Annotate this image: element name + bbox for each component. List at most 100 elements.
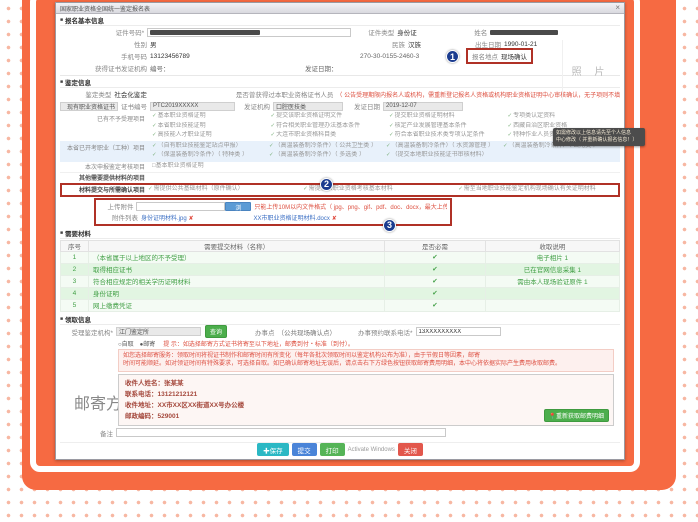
id-number-label: 证件号码* <box>60 27 147 37</box>
phone-label: 办事预约联系电话* <box>358 327 416 337</box>
check-icon: ✓ <box>389 123 394 129</box>
col-seq: 序号 <box>61 240 89 251</box>
cell-note: 需由本人现场验证原件 1 <box>485 275 619 287</box>
section-icon: ■ <box>60 79 63 85</box>
upload-highlight-box: 3 上传附件 浏览… 只能上传10M以内文件格式（ jpg、png、gif、pd… <box>94 198 452 226</box>
ethnic-label: 民族 <box>360 39 408 49</box>
dialog-titlebar: 国家职业资格全国统一鉴定报名表 × <box>56 3 624 14</box>
remark-label: 备注 <box>60 428 116 438</box>
section-header-materials: ■ 需要材料 <box>60 228 620 239</box>
name-label: 姓名 <box>453 27 490 37</box>
check-icon: ✓ <box>269 143 274 149</box>
open-projects-label: 本省已开考职业（工种）项目 <box>60 143 148 152</box>
check-icon: ✓ <box>148 186 153 192</box>
apply-label: 本次申报鉴定考核项目 <box>60 162 148 171</box>
check-icon: ✓ <box>152 113 157 119</box>
registration-form-dialog: 国家职业资格全国统一鉴定报名表 × ■ 报名基本信息 照 片 证件号码* 证件类… <box>55 2 625 460</box>
save-button[interactable]: ✚保存 <box>257 443 289 456</box>
file-item: 身份证明材料.jpg ✘ <box>141 213 194 222</box>
cell-note <box>485 287 619 299</box>
mail-fee-button[interactable]: 📍重新获取邮费明细 <box>544 409 609 422</box>
check-icon: ✓ <box>508 113 513 119</box>
reject-item: ✓专项类认定资料 <box>508 112 621 122</box>
basic-row-3: 手机号码 13123456789 270-30-0155-2460-3 1 报名… <box>60 50 558 62</box>
submit-button[interactable]: 提交 <box>292 443 317 456</box>
ethnic-value: 汉族 <box>408 39 466 49</box>
cell-name: 身份证明 <box>88 287 384 299</box>
section-title-reg: 鉴定信息 <box>65 77 91 87</box>
print-button[interactable]: 打印 <box>320 443 345 456</box>
section-icon: ■ <box>60 17 63 23</box>
cell-must-check-icon: ✔ <box>385 299 486 311</box>
upload-format-note: 只能上传10M以内文件格式（ jpg、png、gif、pdf、doc、docx，… <box>254 202 447 211</box>
check-icon: ✓ <box>152 123 157 129</box>
tooltip-line: 中心修改（ 并重新确认报名信息！） <box>556 137 642 144</box>
file-link[interactable]: 身份证明材料.jpg <box>141 216 187 222</box>
other-materials-row: 其他需要提供材料的项目 <box>60 172 620 182</box>
upload-file-input[interactable] <box>136 202 225 211</box>
check-icon: ✓ <box>152 152 157 158</box>
check-icon: ✓ <box>386 143 391 149</box>
remove-file-icon[interactable]: ✘ <box>332 216 337 222</box>
remove-file-icon[interactable]: ✘ <box>189 216 194 222</box>
files-list: 身份证明材料.jpg ✘ XX市职业资格证明材料.docx ✘ <box>141 213 337 222</box>
check-icon: ✓ <box>303 186 308 192</box>
col-name: 需要提交材料（名称） <box>88 240 384 251</box>
file-link[interactable]: XX市职业资格证明材料.docx <box>254 216 330 222</box>
id-type-value: 身份证 <box>397 27 453 37</box>
submit-item: ✓需至当地职业技能鉴定机构现场确认有关证明材料 <box>458 185 613 195</box>
close-icon[interactable]: × <box>615 4 620 12</box>
org-row: 受理鉴定机构* 江门鉴定所 查询 办事点 （公共现场确认点） 办事预约联系电话* <box>60 325 620 339</box>
remark-row: 备注 <box>60 426 620 440</box>
close-button[interactable]: 关闭 <box>398 443 423 456</box>
org-search-button[interactable]: 查询 <box>205 325 227 338</box>
edit-info-tooltip: 如需修改以上信息请先至个人信息 中心修改（ 并重新确认报名信息！） <box>553 128 645 146</box>
reject-item: ✓基本职业资格证明 <box>152 112 265 122</box>
check-icon: ✓ <box>269 152 274 158</box>
tooltip-line: 如需修改以上信息请先至个人信息 <box>556 130 642 137</box>
section-header-confirm: ■ 领取信息 <box>60 314 620 325</box>
cell-must-check-icon: ✔ <box>385 275 486 287</box>
table-row: 1 （本省属于以上地区的不予受理） ✔ 电子相片 1 <box>61 251 620 263</box>
phone-input[interactable] <box>416 327 501 336</box>
existing-cert-label: 现有职业资格证书 <box>60 102 118 111</box>
other-materials-label: 其他需要提供材料的项目 <box>60 173 148 182</box>
mobile-value: 13123456789 <box>150 53 360 60</box>
open-projects-block: 本省已开考职业（工种）项目 ✓（自有职业技能鉴定站点申报） ✓（高温装备制冷条件… <box>60 141 620 162</box>
id-number-input[interactable] <box>147 28 350 37</box>
materials-table: 序号 需要提交材料（名称） 是否必需 收取说明 1 （本省属于以上地区的不予受理… <box>60 240 620 312</box>
remark-input[interactable] <box>116 428 446 437</box>
materials-table-body: 1 （本省属于以上地区的不予受理） ✔ 电子相片 1 2 取得相应证书 ✔ 已在… <box>61 251 620 311</box>
cert-date-value[interactable]: 2019-12-07 <box>383 102 463 111</box>
check-icon: ✓ <box>508 132 513 138</box>
cell-must-check-icon: ✔ <box>385 263 486 275</box>
submit-items-highlight-row: 2 材料提交与所需确认项目 ✓需提供公共基础材料（原件确认） ✓需提供该职业资格… <box>60 183 620 197</box>
action-button-bar: ✚保存 提交 打印 Activate Windows 关闭 <box>60 442 620 457</box>
redacted-id-number <box>150 30 260 35</box>
apply-checkbox-item[interactable]: □基本职业资格证明 <box>152 162 204 172</box>
section-title-materials: 需要材料 <box>65 228 91 238</box>
annotation-circle-2: 2 <box>320 178 333 191</box>
cell-name: （本省属于以上地区的不予受理） <box>88 251 384 263</box>
browse-button[interactable]: 浏览… <box>225 202 251 211</box>
reject-item: ✓高技能人才职业证明 <box>152 131 265 141</box>
org-input[interactable]: 江门鉴定所 <box>116 327 201 336</box>
cert-no-value[interactable]: PTC2019XXXXX <box>150 102 235 111</box>
check-icon: ✓ <box>386 152 391 158</box>
post-method-label: 邮寄方式* <box>74 390 114 414</box>
open-project-item: ✓（高温装备制冷条件）（ 公共卫生类 ） <box>269 142 386 152</box>
site-field-highlight: 1 报名地点 现场确认 <box>466 48 533 64</box>
cell-seq: 5 <box>61 299 89 311</box>
site-label: 报名地点 <box>472 51 501 61</box>
reject-item: ✓提交该职业资格证明文件 <box>271 112 384 122</box>
section-icon: ■ <box>60 230 63 236</box>
cert-org-value[interactable]: 口腔医技类 <box>273 102 343 111</box>
check-icon: ✓ <box>271 132 276 138</box>
site-value: 现场确认 <box>501 51 527 61</box>
pickup-row: ○自取 ●邮寄 提 示：如选择邮寄方式证书将寄至以下地址，邮费到付・标准（到付）… <box>60 339 620 349</box>
notice-line: 时间可能顺延。如对领证时间有特殊要求，可选择自取。如已确认邮寄地址无误后，请点击… <box>123 360 609 369</box>
pickup-radio-group[interactable]: ○自取 ●邮寄 <box>118 339 155 348</box>
col-must: 是否必需 <box>385 240 486 251</box>
cert-date-label: 发证日期 <box>343 101 383 111</box>
check-icon: ✓ <box>389 113 394 119</box>
